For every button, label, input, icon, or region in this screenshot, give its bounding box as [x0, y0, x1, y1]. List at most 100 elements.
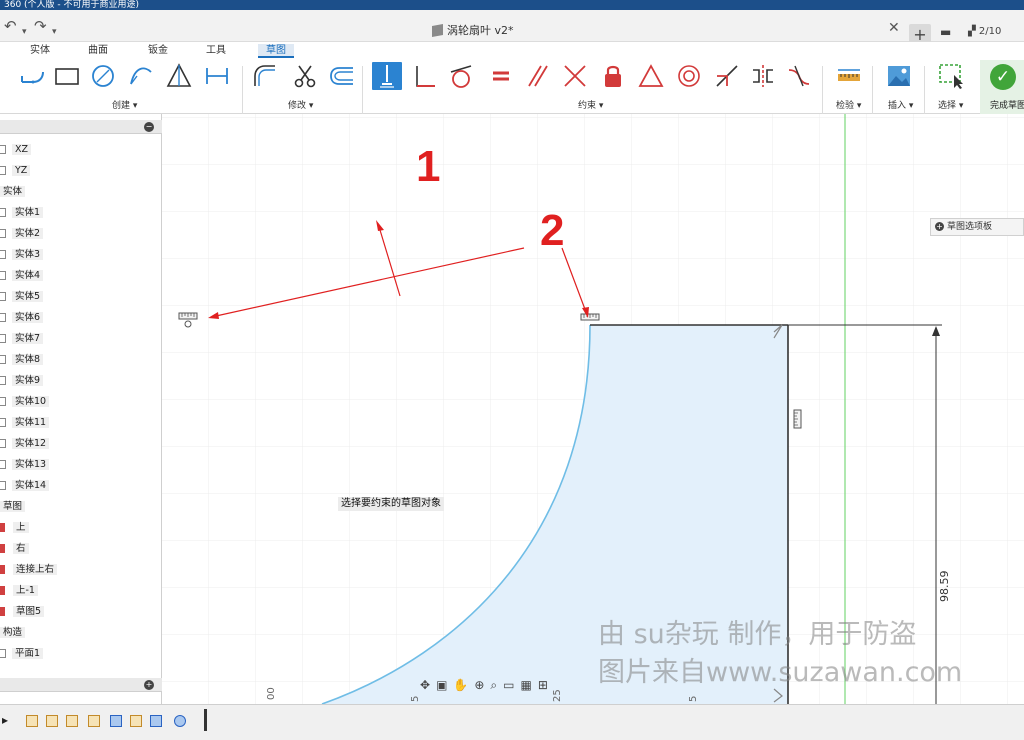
browser-item[interactable]: XZ	[0, 142, 32, 158]
browser-item[interactable]: 构造	[0, 625, 26, 641]
visibility-toggle-icon[interactable]	[0, 208, 6, 217]
look-at-icon[interactable]: ▣	[436, 678, 447, 696]
timeline-feature-icon[interactable]	[110, 715, 122, 727]
visibility-toggle-icon[interactable]	[0, 481, 6, 490]
midpoint-triangle-icon[interactable]	[636, 62, 666, 90]
comments-expand-icon[interactable]: +	[144, 680, 154, 690]
display-settings-icon[interactable]: ▭	[503, 678, 514, 696]
timeline-marker[interactable]	[204, 709, 214, 731]
visibility-toggle-icon[interactable]	[0, 355, 6, 364]
arc-tool-icon[interactable]	[126, 62, 156, 90]
browser-item[interactable]: 实体	[0, 184, 26, 200]
undo-button[interactable]: ↶	[4, 18, 17, 34]
pan-hand-icon[interactable]: ✋	[453, 678, 468, 696]
browser-item[interactable]: 实体14	[0, 478, 50, 494]
close-tab-button[interactable]: ✕	[888, 20, 900, 36]
line-tool-icon[interactable]	[18, 62, 48, 90]
visibility-toggle-icon[interactable]	[0, 250, 6, 259]
browser-item[interactable]: 实体3	[0, 247, 44, 263]
visibility-toggle-icon[interactable]	[0, 439, 6, 448]
tangent-constraint-icon[interactable]	[446, 62, 476, 90]
select-window-icon[interactable]	[936, 62, 966, 90]
visibility-toggle-icon[interactable]	[0, 397, 6, 406]
browser-item[interactable]: 实体10	[0, 394, 50, 410]
browser-item[interactable]: 实体1	[0, 205, 44, 221]
browser-item[interactable]: 实体4	[0, 268, 44, 284]
browser-item[interactable]: 实体9	[0, 373, 44, 389]
browser-item[interactable]: 右	[0, 541, 29, 557]
zoom-icon[interactable]: ⊕	[474, 678, 484, 696]
browser-item[interactable]: 连接上右	[0, 562, 58, 578]
browser-item[interactable]: 实体8	[0, 352, 44, 368]
visibility-toggle-icon[interactable]	[0, 229, 6, 238]
offset-tool-icon[interactable]	[326, 62, 356, 90]
finish-sketch-button[interactable]: ✓ 完成草图	[980, 60, 1024, 114]
insert-group-label[interactable]: 插入 ▾	[888, 98, 913, 111]
timeline-pattern-icon[interactable]	[174, 715, 186, 727]
browser-item[interactable]: 草图	[0, 499, 26, 515]
document-tab[interactable]: 涡轮扇叶 v2*	[432, 22, 514, 38]
browser-item[interactable]: 实体7	[0, 331, 44, 347]
measure-ruler-icon[interactable]	[834, 62, 864, 90]
tab-solid[interactable]: 实体	[30, 44, 50, 58]
comments-icon[interactable]: ▬	[940, 25, 951, 39]
redo-button[interactable]: ↷	[34, 18, 47, 34]
visibility-toggle-icon[interactable]	[0, 271, 6, 280]
tab-surface[interactable]: 曲面	[88, 44, 108, 58]
redo-dropdown-icon[interactable]: ▾	[52, 24, 57, 40]
horizontal-constraint-glyph[interactable]	[580, 313, 600, 321]
timeline-feature-icon[interactable]	[150, 715, 162, 727]
curvature-constraint-icon[interactable]	[784, 62, 814, 90]
grid-settings-icon[interactable]: ▦	[521, 678, 532, 696]
tab-tools[interactable]: 工具	[206, 44, 226, 58]
timeline-sketch-icon[interactable]	[46, 715, 58, 727]
viewports-icon[interactable]: ⊞	[538, 678, 548, 696]
collinear-constraint-icon[interactable]	[712, 62, 742, 90]
create-group-label[interactable]: 创建 ▾	[112, 98, 137, 111]
browser-item[interactable]: 实体13	[0, 457, 50, 473]
trim-scissors-icon[interactable]	[290, 62, 320, 90]
fillet-tool-icon[interactable]	[250, 62, 280, 90]
browser-item[interactable]: 平面1	[0, 646, 44, 662]
horizontal-vertical-constraint-icon[interactable]	[372, 62, 402, 90]
visibility-toggle-icon[interactable]	[0, 166, 6, 175]
sketch-palette-toggle[interactable]: + 草图选项板	[930, 218, 1024, 236]
fit-zoom-icon[interactable]: ⌕	[490, 678, 497, 696]
tab-sheetmetal[interactable]: 钣金	[148, 44, 168, 58]
coincident-constraint-icon[interactable]	[410, 62, 440, 90]
timeline-sketch-icon[interactable]	[66, 715, 78, 727]
browser-item[interactable]: 实体11	[0, 415, 50, 431]
visibility-toggle-icon[interactable]	[0, 313, 6, 322]
insert-image-icon[interactable]	[884, 62, 914, 90]
circle-tool-icon[interactable]	[88, 62, 118, 90]
inspect-group-label[interactable]: 检验 ▾	[836, 98, 861, 111]
browser-collapse-icon[interactable]: −	[144, 122, 154, 132]
vertical-constraint-glyph[interactable]	[793, 409, 802, 429]
visibility-toggle-icon[interactable]	[0, 334, 6, 343]
fix-lock-icon[interactable]	[598, 62, 628, 90]
visibility-toggle-icon[interactable]	[0, 418, 6, 427]
parallel-constraint-icon[interactable]	[522, 62, 552, 90]
rectangle-tool-icon[interactable]	[52, 62, 82, 90]
browser-item[interactable]: 实体12	[0, 436, 50, 452]
browser-item[interactable]: 上	[0, 520, 29, 536]
visibility-toggle-icon[interactable]	[0, 145, 6, 154]
timeline-sketch-icon[interactable]	[26, 715, 38, 727]
undo-dropdown-icon[interactable]: ▾	[22, 24, 27, 40]
browser-item[interactable]: 上-1	[0, 583, 38, 599]
job-status-badge[interactable]: ▞ 2/10	[968, 26, 1001, 37]
concentric-constraint-icon[interactable]	[674, 62, 704, 90]
perpendicular-constraint-icon[interactable]	[560, 62, 590, 90]
orbit-icon[interactable]: ✥	[420, 678, 430, 696]
browser-item[interactable]: 实体6	[0, 310, 44, 326]
timeline-sketch-icon[interactable]	[88, 715, 100, 727]
timeline-play-icon[interactable]: ▸	[2, 713, 8, 727]
constraints-group-label[interactable]: 约束 ▾	[578, 98, 603, 111]
dimension-value[interactable]: 98.59	[938, 571, 951, 603]
browser-item[interactable]: 实体5	[0, 289, 44, 305]
visibility-toggle-icon[interactable]	[0, 649, 6, 658]
tab-sketch[interactable]: 草图	[258, 44, 294, 58]
browser-item[interactable]: YZ	[0, 163, 31, 179]
symmetry-constraint-icon[interactable]	[748, 62, 778, 90]
browser-item[interactable]: 实体2	[0, 226, 44, 242]
